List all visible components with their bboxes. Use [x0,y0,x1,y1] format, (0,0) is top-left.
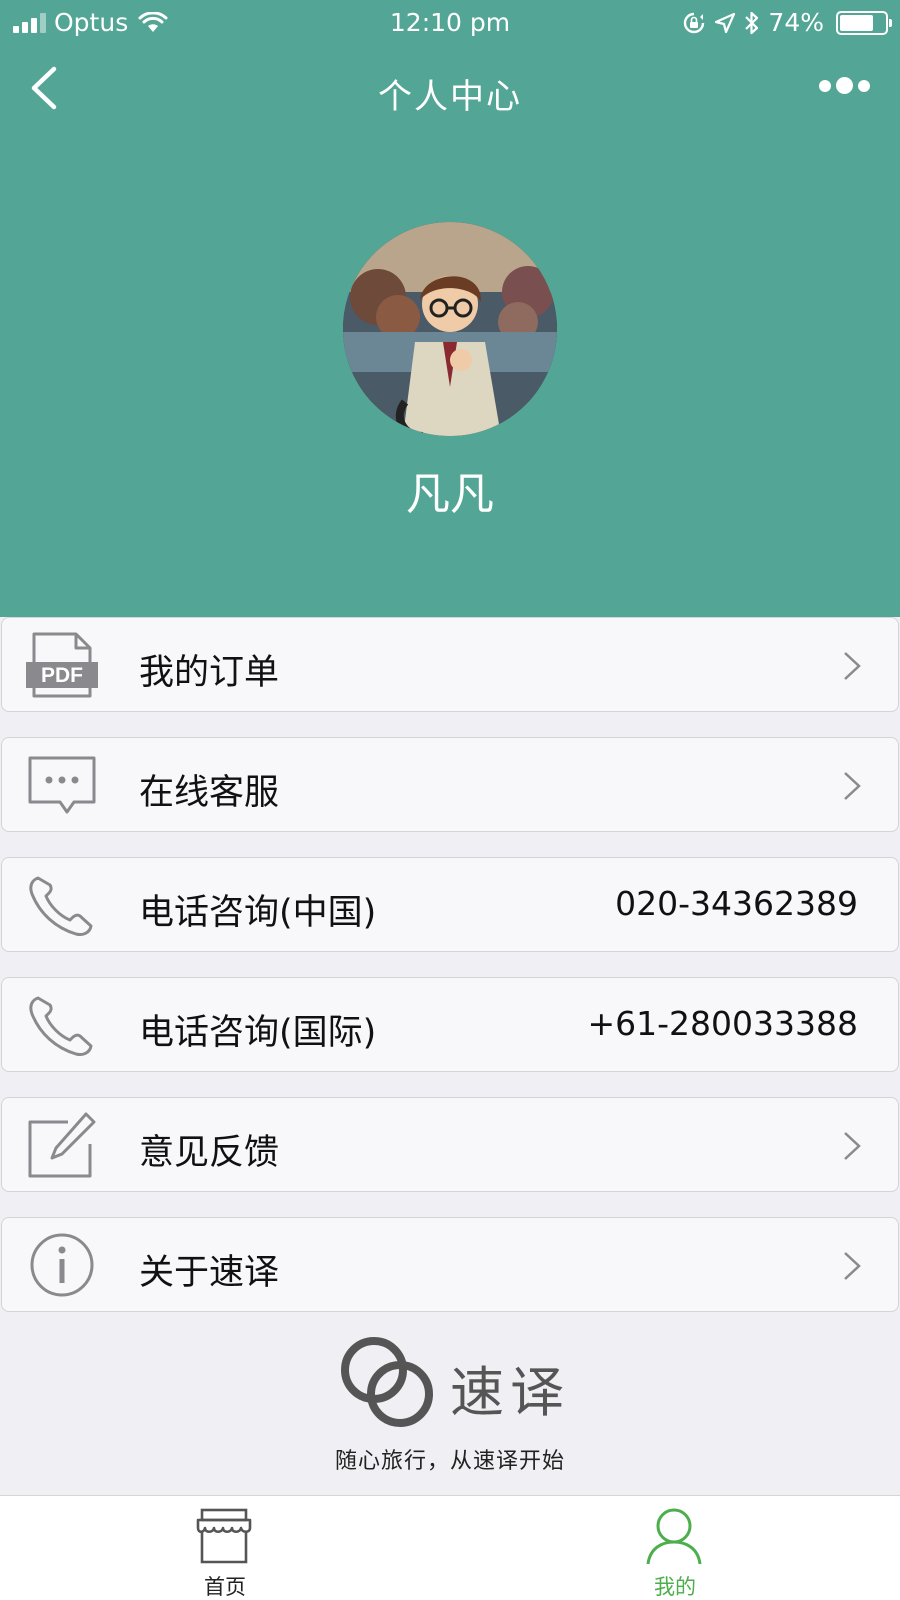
menu-item-online-service[interactable]: 在线客服 [1,737,899,832]
username: 凡凡 [406,469,494,520]
user-avatar[interactable] [343,222,557,436]
status-bar: Optus 12:10 pm 74% [0,0,900,46]
navigation-bar: 个人中心 [0,55,900,125]
brand-footer: 速译 随心旅行，从速译开始 [0,1330,900,1474]
menu-item-label: 我的订单 [139,653,280,693]
battery-percent: 74% [768,8,824,37]
info-icon [30,1233,94,1297]
avatar-illustration [343,222,557,436]
chevron-right-icon [844,772,861,800]
menu-item-label: 电话咨询(国际) [139,1013,377,1053]
phone-number: 020-34362389 [615,884,858,923]
menu-item-label: 电话咨询(中国) [139,893,377,933]
chevron-right-icon [844,652,861,680]
tab-label: 首页 [204,1575,246,1599]
edit-icon [28,1112,96,1178]
chevron-right-icon [844,1132,861,1160]
menu-item-label: 在线客服 [139,773,280,813]
bluetooth-icon [745,11,759,34]
page-title: 个人中心 [378,77,522,117]
tab-label: 我的 [654,1575,696,1599]
more-dots-icon[interactable] [819,77,870,94]
menu-item-about[interactable]: 关于速译 [1,1217,899,1312]
profile-header: Optus 12:10 pm 74% 个人中心 凡凡 [0,0,900,617]
menu-item-feedback[interactable]: 意见反馈 [1,1097,899,1192]
battery-icon [836,10,892,35]
menu-item-label: 意见反馈 [139,1133,280,1173]
menu-item-my-orders[interactable]: PDF 我的订单 [1,617,899,712]
pdf-document-icon: PDF [26,632,98,698]
menu-item-phone-international[interactable]: 电话咨询(国际) +61-280033388 [1,977,899,1072]
chevron-right-icon [844,1252,861,1280]
rotation-lock-icon [684,12,705,33]
location-arrow-icon [715,12,736,33]
user-icon [646,1508,702,1565]
tab-home[interactable]: 首页 [0,1496,450,1600]
phone-icon [29,996,93,1056]
brand-name: 速译 [450,1361,570,1424]
brand-logo-icon [341,1337,433,1427]
chat-bubble-icon [28,756,96,814]
phone-icon [29,876,93,936]
menu-item-label: 关于速译 [139,1253,280,1293]
store-icon [196,1508,252,1564]
phone-number: +61-280033388 [587,1004,858,1043]
pdf-icon-text: PDF [41,664,83,687]
menu-item-phone-china[interactable]: 电话咨询(中国) 020-34362389 [1,857,899,952]
tab-bar: 首页 我的 [0,1495,900,1600]
tab-mine[interactable]: 我的 [450,1496,900,1600]
brand-slogan: 随心旅行，从速译开始 [334,1449,565,1474]
